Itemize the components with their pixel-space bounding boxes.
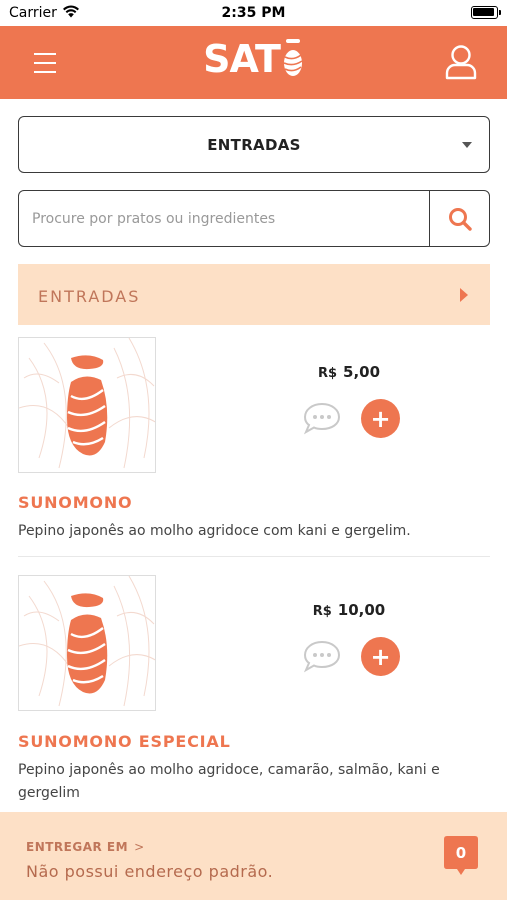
- user-icon[interactable]: [445, 44, 477, 80]
- product-item: R$ 5,00 + SUNOMONO Pepino japonês ao molh…: [18, 337, 490, 547]
- sushi-illustration: [19, 338, 155, 469]
- comment-icon[interactable]: [302, 639, 342, 673]
- delivery-address: Não possui endereço padrão.: [26, 862, 274, 881]
- logo-text: SAT: [203, 37, 281, 81]
- section-header-entradas[interactable]: ENTRADAS: [18, 264, 490, 325]
- delivery-address-link[interactable]: ENTREGAR EM >: [26, 840, 145, 854]
- section-title: ENTRADAS: [38, 287, 141, 306]
- divider: [18, 556, 490, 557]
- battery-icon: [471, 6, 501, 19]
- product-name[interactable]: SUNOMONO ESPECIAL: [18, 732, 231, 751]
- product-description: Pepino japonês ao molho agridoce com kan…: [18, 523, 411, 539]
- logo-o-mark: [283, 39, 303, 76]
- status-time: 2:35 PM: [221, 5, 286, 21]
- status-bar: Carrier 2:35 PM: [0, 0, 507, 26]
- cart-button[interactable]: 0: [444, 836, 478, 876]
- cart-count: 0: [455, 844, 467, 862]
- product-image[interactable]: [18, 337, 156, 473]
- logo: SAT: [0, 37, 507, 81]
- category-select-value: ENTRADAS: [207, 136, 301, 154]
- chevron-right-icon: >: [134, 840, 145, 854]
- product-image[interactable]: [18, 575, 156, 711]
- dropdown-caret-icon: [462, 142, 472, 148]
- product-name[interactable]: SUNOMONO: [18, 493, 132, 512]
- plus-icon: +: [370, 404, 391, 433]
- product-price: R$ 10,00: [312, 601, 386, 619]
- sushi-illustration: [19, 576, 155, 707]
- add-to-cart-button[interactable]: +: [361, 637, 400, 676]
- delivery-footer: ENTREGAR EM > Não possui endereço padrão.…: [0, 812, 507, 900]
- search-bar: [18, 190, 490, 247]
- product-price: R$ 5,00: [317, 363, 381, 381]
- category-select[interactable]: ENTRADAS: [18, 116, 490, 173]
- product-item: R$ 10,00 + SUNOMONO ESPECIAL Pepino japon…: [18, 575, 490, 805]
- search-input[interactable]: [19, 191, 429, 246]
- chevron-right-icon: [460, 288, 468, 302]
- comment-icon[interactable]: [302, 401, 342, 435]
- product-description: Pepino japonês ao molho agridoce, camarã…: [18, 762, 440, 801]
- search-icon: [448, 207, 472, 231]
- plus-icon: +: [370, 642, 391, 671]
- search-button[interactable]: [429, 191, 489, 246]
- app-header: SAT: [0, 26, 507, 99]
- add-to-cart-button[interactable]: +: [361, 399, 400, 438]
